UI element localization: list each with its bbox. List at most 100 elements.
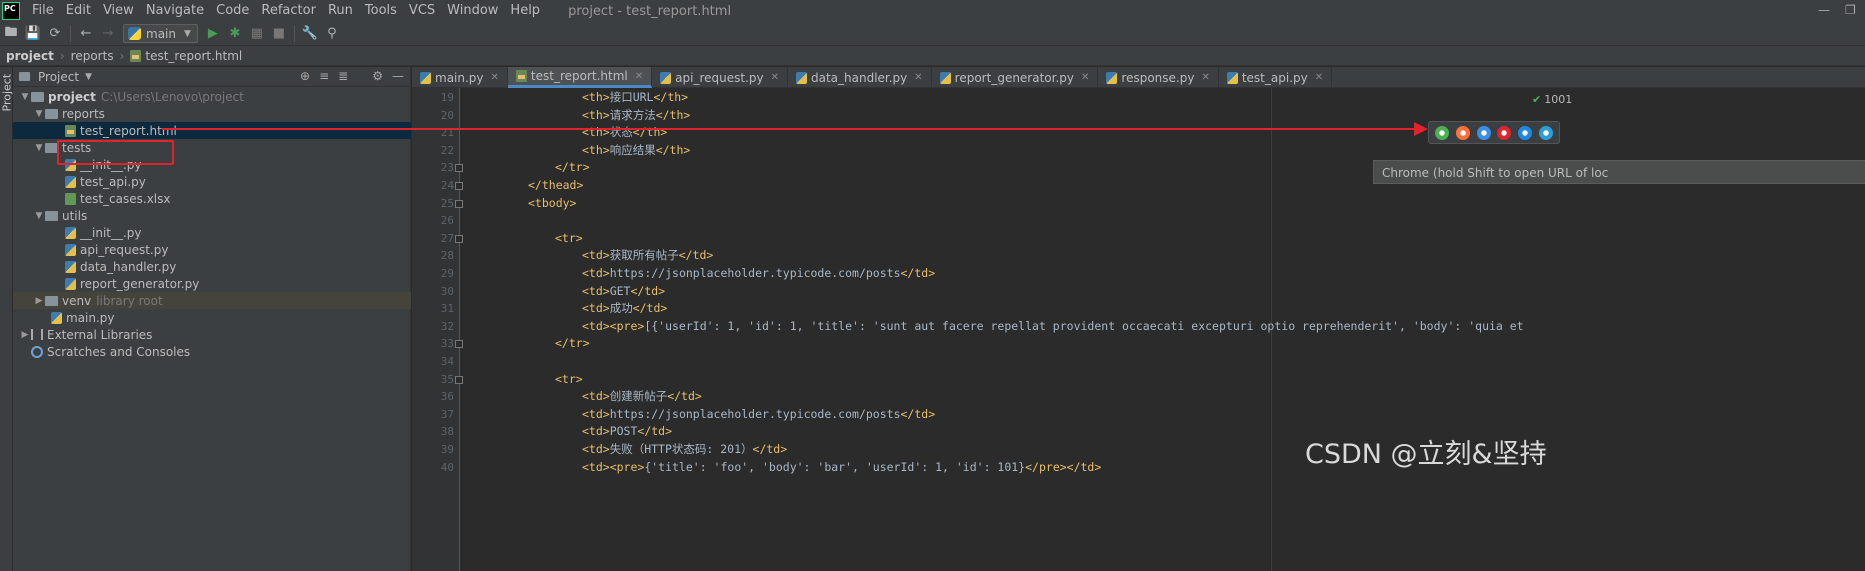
- chevron-down-icon[interactable]: ▼: [85, 72, 92, 82]
- run-icon[interactable]: ▶: [202, 23, 224, 45]
- menu-edit[interactable]: Edit: [60, 0, 97, 22]
- project-panel-title[interactable]: Project: [38, 70, 79, 84]
- tree-item-venv[interactable]: ▶ venv library root: [13, 292, 411, 309]
- firefox-icon[interactable]: [1455, 125, 1470, 140]
- tree-item-file[interactable]: data_handler.py: [13, 258, 411, 275]
- expand-all-icon[interactable]: ≡: [319, 69, 329, 83]
- edge-icon[interactable]: [1538, 125, 1553, 140]
- code-line[interactable]: 31 <td>成功</td>: [412, 300, 1865, 318]
- open-folder-icon[interactable]: 🖿: [0, 23, 22, 45]
- menu-view[interactable]: View: [97, 0, 140, 22]
- menu-help[interactable]: Help: [504, 0, 546, 22]
- tree-item-utils[interactable]: ▼ utils: [13, 207, 411, 224]
- menu-tools[interactable]: Tools: [359, 0, 403, 22]
- stop-icon[interactable]: ■: [268, 23, 290, 45]
- tab-test-report-html[interactable]: test_report.html ✕: [507, 67, 653, 88]
- close-icon[interactable]: ✕: [1315, 72, 1323, 83]
- tree-item-scratches[interactable]: Scratches and Consoles: [13, 343, 411, 360]
- tree-item-main[interactable]: main.py: [13, 309, 411, 326]
- tree-item-external-libraries[interactable]: ▶ External Libraries: [13, 326, 411, 343]
- fold-marker-icon[interactable]: [455, 234, 463, 243]
- menu-vcs[interactable]: VCS: [403, 0, 441, 22]
- code-line[interactable]: 36 <td>创建新帖子</td>: [412, 388, 1865, 406]
- code-line[interactable]: 27 <tr>: [412, 230, 1865, 248]
- back-icon[interactable]: ←: [75, 23, 97, 45]
- chevron-down-icon[interactable]: ▼: [33, 109, 45, 119]
- debug-icon[interactable]: ✱: [224, 23, 246, 45]
- fold-marker-icon[interactable]: [455, 199, 463, 208]
- menu-refactor[interactable]: Refactor: [255, 0, 322, 22]
- safari-icon[interactable]: [1476, 125, 1491, 140]
- tree-item-file[interactable]: __init__.py: [13, 224, 411, 241]
- code-line[interactable]: 39 <td>失败（HTTP状态码: 201）</td>: [412, 441, 1865, 459]
- code-line[interactable]: 38 <td>POST</td>: [412, 423, 1865, 441]
- tab-main-py[interactable]: main.py ✕: [412, 67, 508, 88]
- opera-icon[interactable]: [1497, 125, 1512, 140]
- tab-data-handler-py[interactable]: data_handler.py ✕: [788, 67, 932, 88]
- tree-item-project-root[interactable]: ▼ project C:\Users\Lenovo\project: [13, 88, 411, 105]
- close-icon[interactable]: ✕: [914, 72, 922, 83]
- code-line[interactable]: 19 <th>接口URL</th>: [412, 89, 1865, 107]
- menu-code[interactable]: Code: [210, 0, 255, 22]
- code-line[interactable]: 29 <td>https://jsonplaceholder.typicode.c…: [412, 265, 1865, 283]
- code-line[interactable]: 30 <td>GET</td>: [412, 283, 1865, 301]
- ie-icon[interactable]: [1517, 125, 1532, 140]
- search-icon[interactable]: ⚲: [321, 23, 343, 45]
- code-line[interactable]: 35 <tr>: [412, 371, 1865, 389]
- chevron-down-icon[interactable]: ▼: [19, 92, 31, 102]
- chevron-down-icon[interactable]: ▼: [33, 211, 45, 221]
- code-line[interactable]: 40 <td><pre>{'title': 'foo', 'body': 'bar…: [412, 459, 1865, 477]
- hide-icon[interactable]: —: [392, 69, 404, 83]
- forward-icon[interactable]: →: [97, 23, 119, 45]
- project-tool-window-button[interactable]: Project: [1, 74, 14, 112]
- fold-marker-icon[interactable]: [455, 164, 463, 173]
- menu-navigate[interactable]: Navigate: [140, 0, 210, 22]
- tree-item-file[interactable]: test_cases.xlsx: [13, 190, 411, 207]
- fold-marker-icon[interactable]: [455, 182, 463, 190]
- collapse-all-icon[interactable]: ≣: [338, 69, 348, 83]
- close-icon[interactable]: ✕: [771, 72, 779, 83]
- gear-icon[interactable]: ⚙: [372, 69, 383, 83]
- code-line[interactable]: 25 <tbody>: [412, 195, 1865, 213]
- sync-icon[interactable]: ⟳: [44, 23, 66, 45]
- menu-window[interactable]: Window: [441, 0, 504, 22]
- coverage-icon[interactable]: ▦: [246, 23, 268, 45]
- tab-api-request-py[interactable]: api_request.py ✕: [652, 67, 788, 88]
- menu-file[interactable]: File: [26, 0, 60, 22]
- tab-response-py[interactable]: response.py ✕: [1098, 67, 1219, 88]
- run-configuration-select[interactable]: main ▼: [123, 24, 198, 43]
- code-line[interactable]: 37 <td>https://jsonplaceholder.typicode.c…: [412, 406, 1865, 424]
- close-icon[interactable]: ✕: [491, 72, 499, 83]
- close-icon[interactable]: ✕: [1201, 72, 1209, 83]
- chevron-right-icon[interactable]: ▶: [33, 296, 45, 306]
- tree-item-file[interactable]: report_generator.py: [13, 275, 411, 292]
- inspection-widget[interactable]: ✔ 1001: [1532, 93, 1572, 106]
- minimize-icon[interactable]: —: [1818, 3, 1830, 17]
- restore-icon[interactable]: ❐: [1845, 3, 1856, 17]
- tree-item-file[interactable]: test_api.py: [13, 173, 411, 190]
- chevron-right-icon[interactable]: ▶: [19, 330, 31, 340]
- code-line[interactable]: 26: [412, 212, 1865, 230]
- chevron-down-icon[interactable]: ▼: [33, 143, 45, 153]
- chrome-icon[interactable]: [1435, 125, 1450, 140]
- code-line[interactable]: 32 <td><pre>[{'userId': 1, 'id': 1, 'titl…: [412, 318, 1865, 336]
- breadcrumb-project[interactable]: project: [6, 49, 54, 63]
- settings-wrench-icon[interactable]: 🔧: [299, 23, 321, 45]
- breadcrumb-reports[interactable]: reports: [71, 49, 114, 63]
- code-line[interactable]: 22 <th>响应结果</th>: [412, 142, 1865, 160]
- save-all-icon[interactable]: 💾: [22, 23, 44, 45]
- close-icon[interactable]: ✕: [1081, 72, 1089, 83]
- tree-item-file[interactable]: api_request.py: [13, 241, 411, 258]
- code-line[interactable]: 21 <th>状态</th>: [412, 124, 1865, 142]
- fold-marker-icon[interactable]: [455, 340, 463, 349]
- code-line[interactable]: 28 <td>获取所有帖子</td>: [412, 247, 1865, 265]
- menu-run[interactable]: Run: [322, 0, 359, 22]
- tab-test-api-py[interactable]: test_api.py ✕: [1219, 67, 1333, 88]
- code-line[interactable]: 20 <th>请求方法</th>: [412, 107, 1865, 125]
- tab-report-generator-py[interactable]: report_generator.py ✕: [932, 67, 1099, 88]
- code-line[interactable]: 33 </tr>: [412, 335, 1865, 353]
- tree-item-test-report[interactable]: test_report.html: [13, 122, 411, 139]
- code-line[interactable]: 34: [412, 353, 1865, 371]
- close-icon[interactable]: ✕: [635, 71, 643, 82]
- tree-item-reports[interactable]: ▼ reports: [13, 105, 411, 122]
